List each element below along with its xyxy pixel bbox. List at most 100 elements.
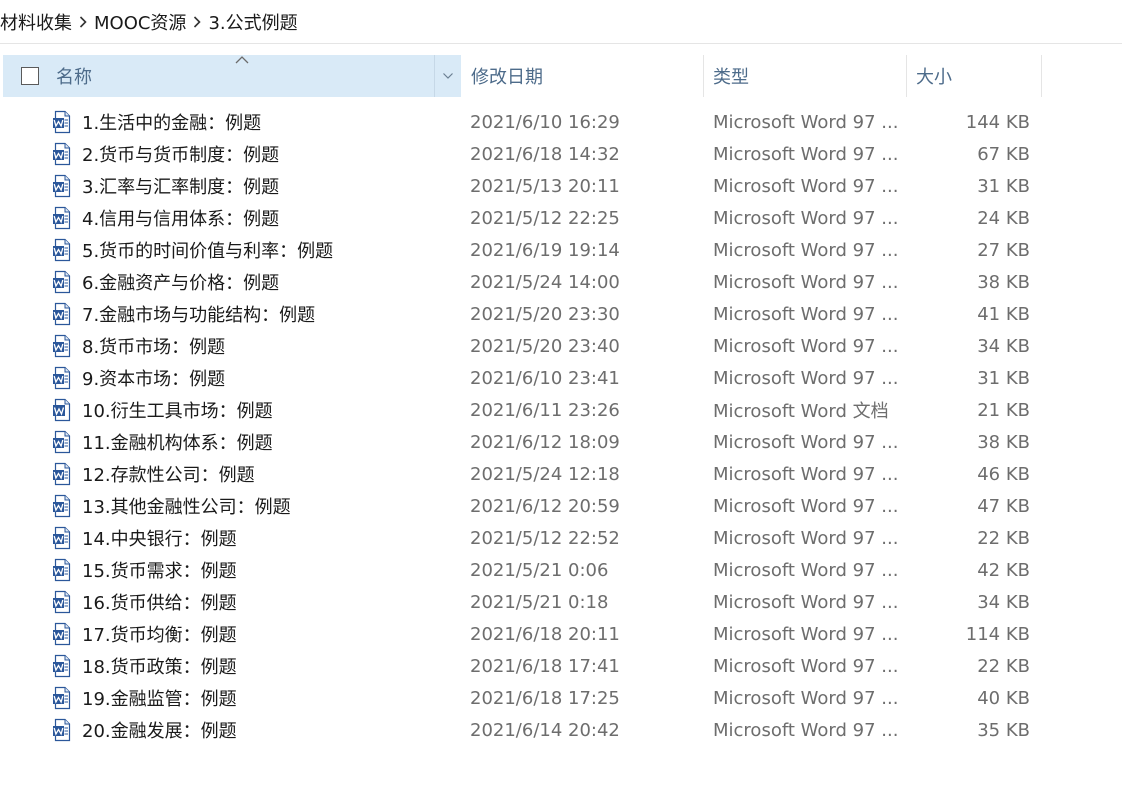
file-modified-date: 2021/5/20 23:30 xyxy=(470,303,620,325)
word-97-doc-icon xyxy=(52,522,74,554)
file-type: Microsoft Word 97 ... xyxy=(713,239,899,261)
file-type: Microsoft Word 97 ... xyxy=(713,591,899,613)
file-size: 24 KB xyxy=(977,207,1030,229)
file-name[interactable]: 12.存款性公司：例题 xyxy=(82,458,255,490)
file-row[interactable]: 5.货币的时间价值与利率：例题 2021/6/19 19:14 Microsoft … xyxy=(0,234,1122,266)
file-name[interactable]: 3.汇率与汇率制度：例题 xyxy=(82,170,279,202)
file-size: 41 KB xyxy=(977,303,1030,325)
file-type: Microsoft Word 97 ... xyxy=(713,111,899,133)
file-modified-date: 2021/5/21 0:06 xyxy=(470,559,609,581)
file-row[interactable]: 15.货币需求：例题 2021/5/21 0:06 Microsoft Word 9… xyxy=(0,554,1122,586)
word-97-doc-icon xyxy=(52,714,74,746)
file-type: Microsoft Word 97 ... xyxy=(713,271,899,293)
column-header-size-label: 大小 xyxy=(916,67,952,88)
file-row[interactable]: 18.货币政策：例题 2021/6/18 17:41 Microsoft Word … xyxy=(0,650,1122,682)
file-row[interactable]: 4.信用与信用体系：例题 2021/5/12 22:25 Microsoft Wor… xyxy=(0,202,1122,234)
file-name[interactable]: 10.衍生工具市场：例题 xyxy=(82,394,273,426)
chevron-right-icon[interactable] xyxy=(186,0,208,44)
column-header-type[interactable]: 类型 xyxy=(704,55,907,97)
file-size: 67 KB xyxy=(977,143,1030,165)
file-row[interactable]: 17.货币均衡：例题 2021/6/18 20:11 Microsoft Word … xyxy=(0,618,1122,650)
file-name[interactable]: 11.金融机构体系：例题 xyxy=(82,426,273,458)
file-row[interactable]: 8.货币市场：例题 2021/5/20 23:40 Microsoft Word 9… xyxy=(0,330,1122,362)
file-size: 42 KB xyxy=(977,559,1030,581)
file-name[interactable]: 1.生活中的金融：例题 xyxy=(82,106,261,138)
file-type: Microsoft Word 97 ... xyxy=(713,495,899,517)
word-97-doc-icon xyxy=(52,682,74,714)
column-header-date[interactable]: 修改日期 xyxy=(461,55,704,97)
file-modified-date: 2021/6/14 20:42 xyxy=(470,719,620,741)
file-modified-date: 2021/6/10 16:29 xyxy=(470,111,620,133)
column-filter-dropdown[interactable] xyxy=(434,55,461,97)
column-header-name-label: 名称 xyxy=(56,67,92,88)
file-name[interactable]: 2.货币与货币制度：例题 xyxy=(82,138,279,170)
file-row[interactable]: 13.其他金融性公司：例题 2021/6/12 20:59 Microsoft Wo… xyxy=(0,490,1122,522)
breadcrumb-item-materials[interactable]: 材料收集 xyxy=(0,9,72,35)
word-97-doc-icon xyxy=(52,650,74,682)
word-97-doc-icon xyxy=(52,202,74,234)
file-name[interactable]: 17.货币均衡：例题 xyxy=(82,618,237,650)
file-size: 144 KB xyxy=(965,111,1030,133)
file-size: 35 KB xyxy=(977,719,1030,741)
word-97-doc-icon xyxy=(52,458,74,490)
file-row[interactable]: 19.金融监管：例题 2021/6/18 17:25 Microsoft Word … xyxy=(0,682,1122,714)
word-97-doc-icon xyxy=(52,106,74,138)
word-97-doc-icon xyxy=(52,170,74,202)
file-row[interactable]: 3.汇率与汇率制度：例题 2021/5/13 20:11 Microsoft Wor… xyxy=(0,170,1122,202)
column-header-type-label: 类型 xyxy=(713,67,749,88)
column-header-name[interactable]: 名称 xyxy=(3,55,461,97)
chevron-down-icon xyxy=(443,73,453,79)
file-modified-date: 2021/6/18 20:11 xyxy=(470,623,620,645)
word-97-doc-icon xyxy=(52,138,74,170)
file-modified-date: 2021/6/10 23:41 xyxy=(470,367,620,389)
file-row[interactable]: 11.金融机构体系：例题 2021/6/12 18:09 Microsoft Wor… xyxy=(0,426,1122,458)
file-row[interactable]: 16.货币供给：例题 2021/5/21 0:18 Microsoft Word 9… xyxy=(0,586,1122,618)
file-size: 40 KB xyxy=(977,687,1030,709)
file-row[interactable]: 1.生活中的金融：例题 2021/6/10 16:29 Microsoft Word… xyxy=(0,106,1122,138)
file-size: 114 KB xyxy=(965,623,1030,645)
file-size: 38 KB xyxy=(977,271,1030,293)
breadcrumb-item-current-folder[interactable]: 3.公式例题 xyxy=(208,9,297,35)
column-header-size[interactable]: 大小 xyxy=(907,55,1042,97)
file-type: Microsoft Word 97 ... xyxy=(713,687,899,709)
file-row[interactable]: 14.中央银行：例题 2021/5/12 22:52 Microsoft Word … xyxy=(0,522,1122,554)
file-name[interactable]: 5.货币的时间价值与利率：例题 xyxy=(82,234,333,266)
file-size: 22 KB xyxy=(977,527,1030,549)
file-modified-date: 2021/5/24 12:18 xyxy=(470,463,620,485)
file-name[interactable]: 8.货币市场：例题 xyxy=(82,330,225,362)
file-type: Microsoft Word 97 ... xyxy=(713,335,899,357)
file-type: Microsoft Word 97 ... xyxy=(713,527,899,549)
file-name[interactable]: 7.金融市场与功能结构：例题 xyxy=(82,298,315,330)
file-type: Microsoft Word 文档 xyxy=(713,401,889,422)
file-name[interactable]: 20.金融发展：例题 xyxy=(82,714,237,746)
file-row[interactable]: 6.金融资产与价格：例题 2021/5/24 14:00 Microsoft Wor… xyxy=(0,266,1122,298)
file-size: 27 KB xyxy=(977,239,1030,261)
file-name[interactable]: 6.金融资产与价格：例题 xyxy=(82,266,279,298)
file-name[interactable]: 4.信用与信用体系：例题 xyxy=(82,202,279,234)
word-97-doc-icon xyxy=(52,330,74,362)
file-name[interactable]: 19.金融监管：例题 xyxy=(82,682,237,714)
file-row[interactable]: 2.货币与货币制度：例题 2021/6/18 14:32 Microsoft Wor… xyxy=(0,138,1122,170)
file-modified-date: 2021/6/18 14:32 xyxy=(470,143,620,165)
file-name[interactable]: 15.货币需求：例题 xyxy=(82,554,237,586)
file-modified-date: 2021/6/11 23:26 xyxy=(470,399,620,421)
chevron-right-icon[interactable] xyxy=(72,0,94,44)
file-name[interactable]: 16.货币供给：例题 xyxy=(82,586,237,618)
file-name[interactable]: 18.货币政策：例题 xyxy=(82,650,237,682)
select-all-checkbox[interactable] xyxy=(21,67,39,85)
file-row[interactable]: 9.资本市场：例题 2021/6/10 23:41 Microsoft Word 9… xyxy=(0,362,1122,394)
file-row[interactable]: 12.存款性公司：例题 2021/5/24 12:18 Microsoft Word… xyxy=(0,458,1122,490)
file-size: 38 KB xyxy=(977,431,1030,453)
file-modified-date: 2021/5/13 20:11 xyxy=(470,175,620,197)
breadcrumb-item-mooc[interactable]: MOOC资源 xyxy=(94,9,186,35)
file-row[interactable]: 7.金融市场与功能结构：例题 2021/5/20 23:30 Microsoft W… xyxy=(0,298,1122,330)
file-name[interactable]: 13.其他金融性公司：例题 xyxy=(82,490,291,522)
file-size: 22 KB xyxy=(977,655,1030,677)
file-modified-date: 2021/5/12 22:25 xyxy=(470,207,620,229)
sort-ascending-icon xyxy=(235,56,249,64)
file-name[interactable]: 9.资本市场：例题 xyxy=(82,362,225,394)
file-row[interactable]: 10.衍生工具市场：例题 2021/6/11 23:26 Microsoft Wor… xyxy=(0,394,1122,426)
file-row[interactable]: 20.金融发展：例题 2021/6/14 20:42 Microsoft Word … xyxy=(0,714,1122,746)
word-docx-icon xyxy=(52,394,74,426)
file-name[interactable]: 14.中央银行：例题 xyxy=(82,522,237,554)
